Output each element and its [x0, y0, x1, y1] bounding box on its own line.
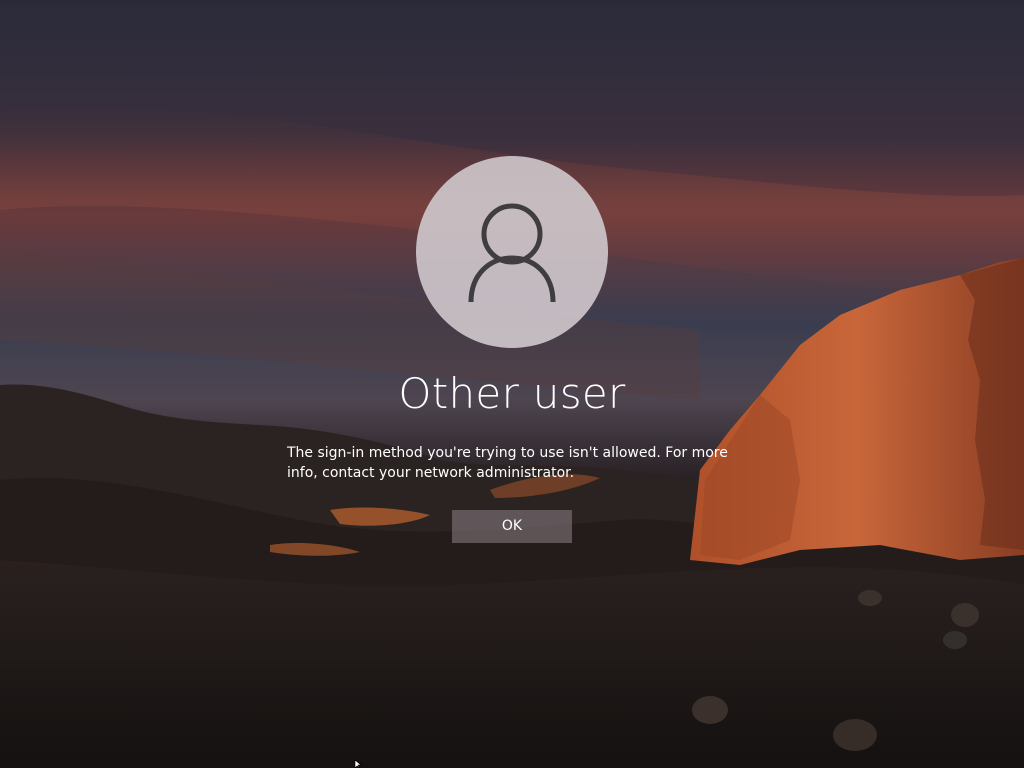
lock-screen: Other user The sign-in method you're try… — [0, 0, 1024, 768]
user-avatar — [416, 156, 608, 348]
mouse-pointer-icon — [354, 760, 362, 768]
username-title: Other user — [398, 369, 626, 418]
ok-button[interactable]: OK — [452, 510, 572, 543]
signin-error-message: The sign-in method you're trying to use … — [287, 445, 728, 481]
user-silhouette-icon — [468, 203, 556, 303]
